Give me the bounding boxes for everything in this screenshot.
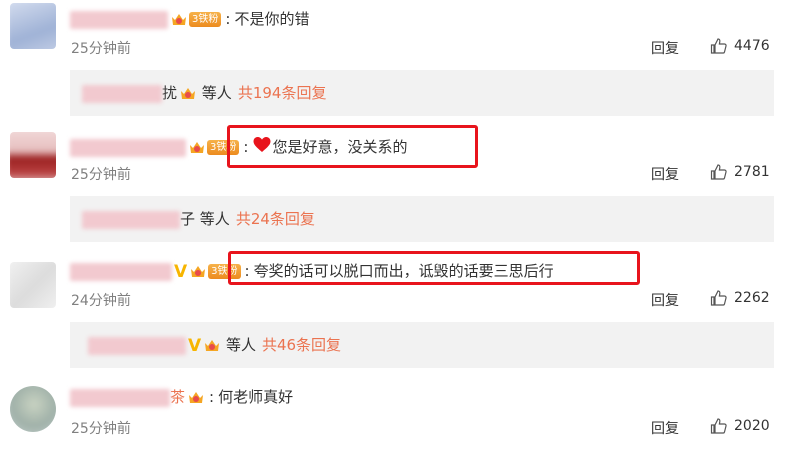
vip-crown-icon <box>179 85 197 103</box>
verified-v-icon: V <box>174 261 188 282</box>
reply-summary[interactable]: 子 等人 共24条回复 <box>70 196 774 242</box>
reply-summary[interactable]: V 等人 共46条回复 <box>70 322 774 368</box>
timestamp: 24分钟前 <box>71 293 131 309</box>
reply-button[interactable]: 回复 <box>651 38 679 58</box>
reply-summary-text: 子 等人 共24条回复 <box>82 209 315 229</box>
like-button[interactable]: 2020 <box>710 417 770 435</box>
like-button[interactable]: 2262 <box>710 289 770 307</box>
reply-count-link[interactable]: 共194条回复 <box>238 84 327 102</box>
like-count: 2781 <box>734 164 770 180</box>
reply-summary[interactable]: 扰 等人 共194条回复 <box>70 70 774 116</box>
avatar[interactable] <box>10 132 56 178</box>
verified-v-icon: V <box>188 335 202 356</box>
thumbs-up-icon <box>710 38 727 54</box>
comment-item: 茶: 何老师真好 25分钟前 回复 2020 <box>0 378 798 450</box>
username[interactable] <box>70 10 168 29</box>
like-button[interactable]: 4476 <box>710 37 770 55</box>
like-button[interactable]: 2781 <box>710 163 770 181</box>
reply-username[interactable] <box>82 210 180 229</box>
avatar[interactable] <box>10 3 56 49</box>
comment-item: 3铁粉: 不是你的错 25分钟前 回复 4476 <box>0 0 798 78</box>
thumbs-up-icon <box>710 164 727 180</box>
thumbs-up-icon <box>710 290 727 306</box>
colon: : <box>209 388 215 406</box>
reply-summary-text: V 等人 共46条回复 <box>88 335 341 356</box>
vip-crown-icon <box>188 139 206 157</box>
reply-username[interactable] <box>88 336 186 355</box>
highlight-box <box>227 125 478 168</box>
reply-button[interactable]: 回复 <box>651 164 679 184</box>
avatar[interactable] <box>10 386 56 432</box>
comment-text: 何老师真好 <box>218 388 294 406</box>
comment-line: 茶: 何老师真好 <box>70 387 293 407</box>
fan-badge: 3铁粉 <box>189 12 222 27</box>
vip-crown-icon <box>170 11 188 29</box>
thumbs-up-icon <box>710 418 727 434</box>
comment-text: 不是你的错 <box>234 10 310 28</box>
highlight-box <box>228 251 640 285</box>
username[interactable] <box>70 388 170 407</box>
like-count: 2020 <box>734 418 770 434</box>
like-count: 2262 <box>734 290 770 306</box>
reply-button[interactable]: 回复 <box>651 418 679 438</box>
timestamp: 25分钟前 <box>71 167 131 183</box>
username[interactable] <box>70 138 186 157</box>
colon: : <box>225 10 231 28</box>
reply-username[interactable] <box>82 84 162 103</box>
reply-button[interactable]: 回复 <box>651 290 679 310</box>
vip-crown-icon <box>189 263 207 281</box>
like-count: 4476 <box>734 38 770 54</box>
timestamp: 25分钟前 <box>71 421 131 437</box>
vip-crown-icon <box>203 337 221 355</box>
vip-crown-icon <box>187 389 205 407</box>
username[interactable] <box>70 262 172 281</box>
timestamp: 25分钟前 <box>71 41 131 57</box>
reply-count-link[interactable]: 共24条回复 <box>236 210 315 228</box>
comment-line: 3铁粉: 不是你的错 <box>70 9 309 29</box>
reply-count-link[interactable]: 共46条回复 <box>262 336 341 354</box>
avatar[interactable] <box>10 262 56 308</box>
reply-summary-text: 扰 等人 共194条回复 <box>82 83 326 103</box>
